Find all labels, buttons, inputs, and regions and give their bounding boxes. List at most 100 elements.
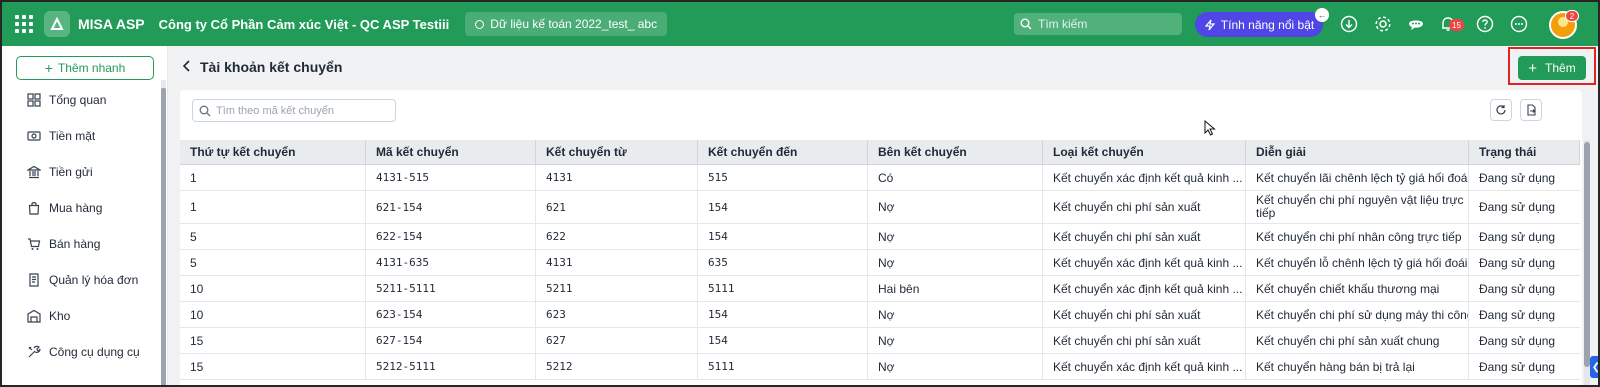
table-cell: Kết chuyển chi phí sử dụng máy thi công bbox=[1246, 302, 1469, 327]
sidebar-item-label: Công cụ dụng cụ bbox=[49, 345, 140, 359]
table-row[interactable]: 15 5212-5111 5212 5111 Nợ Kết chuyển xác… bbox=[180, 354, 1580, 380]
table-cell: Nợ bbox=[868, 302, 1043, 327]
table-cell: Kết chuyển lãi chênh lệch tỷ giá hối đoá… bbox=[1246, 165, 1469, 190]
table-cell: 621 bbox=[536, 191, 698, 223]
table-cell: Đang sử dụng bbox=[1479, 333, 1556, 348]
table-cell: Có bbox=[868, 165, 1043, 190]
quick-add-label: Thêm nhanh bbox=[57, 61, 126, 75]
table-cell: Hai bên bbox=[868, 276, 1043, 301]
table-cell: Đang sử dụng bbox=[1479, 255, 1556, 270]
sidebar-scrollbar-thumb[interactable] bbox=[161, 88, 166, 385]
table-cell: Nợ bbox=[868, 250, 1043, 275]
table-row[interactable]: 1 4131-515 4131 515 Có Kết chuyển xác đị… bbox=[180, 165, 1580, 191]
export-button[interactable] bbox=[1520, 99, 1542, 121]
table-cell: 154 bbox=[698, 191, 868, 223]
table-cell: Kết chuyển chi phí sản xuất bbox=[1043, 224, 1246, 249]
grid-icon bbox=[26, 92, 42, 108]
dataset-label: Dữ liệu kế toán 2022_test_ abc bbox=[490, 17, 658, 31]
dataset-selector[interactable]: Dữ liệu kế toán 2022_test_ abc bbox=[465, 12, 668, 36]
table-row[interactable]: 5 622-154 622 154 Nợ Kết chuyển chi phí … bbox=[180, 224, 1580, 250]
table-cell: 1 bbox=[180, 165, 366, 190]
warehouse-icon bbox=[26, 308, 42, 324]
table-cell: 5111 bbox=[698, 276, 868, 301]
featured-features-button[interactable]: Tính năng nổi bật bbox=[1195, 12, 1323, 37]
sidebar-item-sales[interactable]: Bán hàng bbox=[26, 234, 100, 254]
sidebar-item-cash[interactable]: Tiền mặt bbox=[26, 126, 95, 146]
table-cell: Kết chuyển lỗ chênh lệch tỷ giá hối đoái bbox=[1246, 250, 1469, 275]
table-cell: Kết chuyển xác định kết quả kinh ... bbox=[1043, 165, 1246, 190]
global-search-input[interactable]: Tìm kiếm bbox=[1014, 13, 1182, 35]
refresh-button[interactable] bbox=[1490, 99, 1512, 121]
invoice-icon bbox=[26, 272, 42, 288]
table-cell: 15 bbox=[180, 354, 366, 379]
table-cell: 627 bbox=[536, 328, 698, 353]
table-row[interactable]: 5 4131-635 4131 635 Nợ Kết chuyển xác đị… bbox=[180, 250, 1580, 276]
table-search-input[interactable]: Tìm theo mã kết chuyển bbox=[192, 99, 396, 122]
collapse-arrow-icon[interactable]: ← bbox=[1315, 8, 1329, 22]
top-bar: MISA ASP Công ty Cổ Phần Cảm xúc Việt - … bbox=[2, 2, 1598, 46]
help-icon[interactable] bbox=[1476, 15, 1494, 33]
download-icon[interactable] bbox=[1340, 15, 1358, 33]
global-search-placeholder: Tìm kiếm bbox=[1038, 17, 1088, 31]
table-cell: Đang sử dụng bbox=[1479, 281, 1556, 296]
table-row[interactable]: 1 621-154 621 154 Nợ Kết chuyển chi phí … bbox=[180, 191, 1580, 224]
table-cell: 1 bbox=[180, 191, 366, 223]
sidebar-item-tools[interactable]: Công cụ dụng cụ bbox=[26, 342, 140, 362]
sidebar-item-deposits[interactable]: Tiền gửi bbox=[26, 162, 93, 182]
column-header[interactable]: Bên kết chuyển bbox=[868, 140, 1043, 164]
avatar-badge: 2 bbox=[1565, 10, 1579, 22]
column-header[interactable]: Diễn giải bbox=[1246, 140, 1469, 164]
company-name[interactable]: Công ty Cổ Phần Cảm xúc Việt - QC ASP Te… bbox=[159, 17, 450, 32]
column-header[interactable]: Loại kết chuyển bbox=[1043, 140, 1246, 164]
table-cell: 15 bbox=[180, 328, 366, 353]
cart-icon bbox=[26, 236, 42, 252]
add-button[interactable]: + Thêm bbox=[1518, 56, 1586, 80]
table-cell: Kết chuyển chi phí nhân công trực tiếp bbox=[1246, 224, 1469, 249]
table-cell: Đang sử dụng bbox=[1479, 200, 1556, 214]
table-cell: 622-154 bbox=[366, 224, 536, 249]
search-icon bbox=[199, 105, 211, 116]
refresh-icon bbox=[1496, 105, 1506, 115]
table-cell: Kết chuyển chi phí sản xuất bbox=[1043, 191, 1246, 223]
sidebar-item-warehouse[interactable]: Kho bbox=[26, 306, 70, 326]
column-header[interactable]: Trạng thái bbox=[1469, 140, 1580, 164]
column-header[interactable]: Thứ tự kết chuyển bbox=[180, 140, 366, 164]
more-icon[interactable] bbox=[1510, 15, 1528, 33]
quick-add-button[interactable]: + Thêm nhanh bbox=[16, 56, 154, 80]
sidebar-item-label: Bán hàng bbox=[49, 237, 101, 251]
table-cell: 4131 bbox=[536, 250, 698, 275]
table-cell: 5111 bbox=[698, 354, 868, 379]
table-cell: Đang sử dụng bbox=[1479, 307, 1556, 322]
column-header[interactable]: Kết chuyển từ bbox=[536, 140, 698, 164]
table-cell: Nợ bbox=[868, 328, 1043, 353]
column-header[interactable]: Mã kết chuyển bbox=[366, 140, 536, 164]
table-cell: 4131-515 bbox=[366, 165, 536, 190]
table-row[interactable]: 10 623-154 623 154 Nợ Kết chuyển chi phí… bbox=[180, 302, 1580, 328]
table-cell: Kết chuyển hàng bán bị trả lại bbox=[1246, 354, 1469, 379]
table-row[interactable]: 15 627-154 627 154 Nợ Kết chuyển chi phí… bbox=[180, 328, 1580, 354]
sidebar-item-label: Tiền gửi bbox=[49, 165, 93, 179]
sidebar-item-label: Tổng quan bbox=[49, 93, 107, 107]
featured-features-label: Tính năng nổi bật bbox=[1220, 17, 1315, 32]
chat-icon[interactable] bbox=[1407, 15, 1425, 33]
dataset-icon bbox=[475, 19, 485, 29]
table-cell: Kết chuyển xác định kết quả kinh ... bbox=[1043, 250, 1246, 275]
apps-menu-icon[interactable] bbox=[2, 2, 46, 46]
sidebar-item-purchasing[interactable]: Mua hàng bbox=[26, 198, 102, 218]
table-cell: Kết chuyển chi phí nguyên vật liệu trực … bbox=[1246, 191, 1469, 223]
add-button-label: Thêm bbox=[1545, 61, 1576, 75]
table-row[interactable]: 10 5211-5111 5211 5111 Hai bên Kết chuyể… bbox=[180, 276, 1580, 302]
column-header[interactable]: Kết chuyển đến bbox=[698, 140, 868, 164]
table-header: Thứ tự kết chuyển Mã kết chuyển Kết chuy… bbox=[180, 140, 1580, 165]
collapse-panel-icon[interactable]: ❮ bbox=[1590, 356, 1598, 378]
sidebar-item-overview[interactable]: Tổng quan bbox=[26, 90, 106, 110]
settings-gear-icon[interactable] bbox=[1374, 15, 1392, 33]
lightning-icon bbox=[1204, 19, 1216, 30]
misa-logo-icon bbox=[44, 11, 70, 37]
table-scrollbar-thumb[interactable] bbox=[1584, 142, 1590, 367]
tools-icon bbox=[26, 344, 42, 360]
sidebar-item-invoices[interactable]: Quản lý hóa đơn bbox=[26, 270, 138, 290]
plus-icon: + bbox=[44, 60, 53, 76]
back-chevron-icon[interactable] bbox=[181, 59, 193, 73]
table-cell: Kết chuyển chi phí sản xuất bbox=[1043, 302, 1246, 327]
